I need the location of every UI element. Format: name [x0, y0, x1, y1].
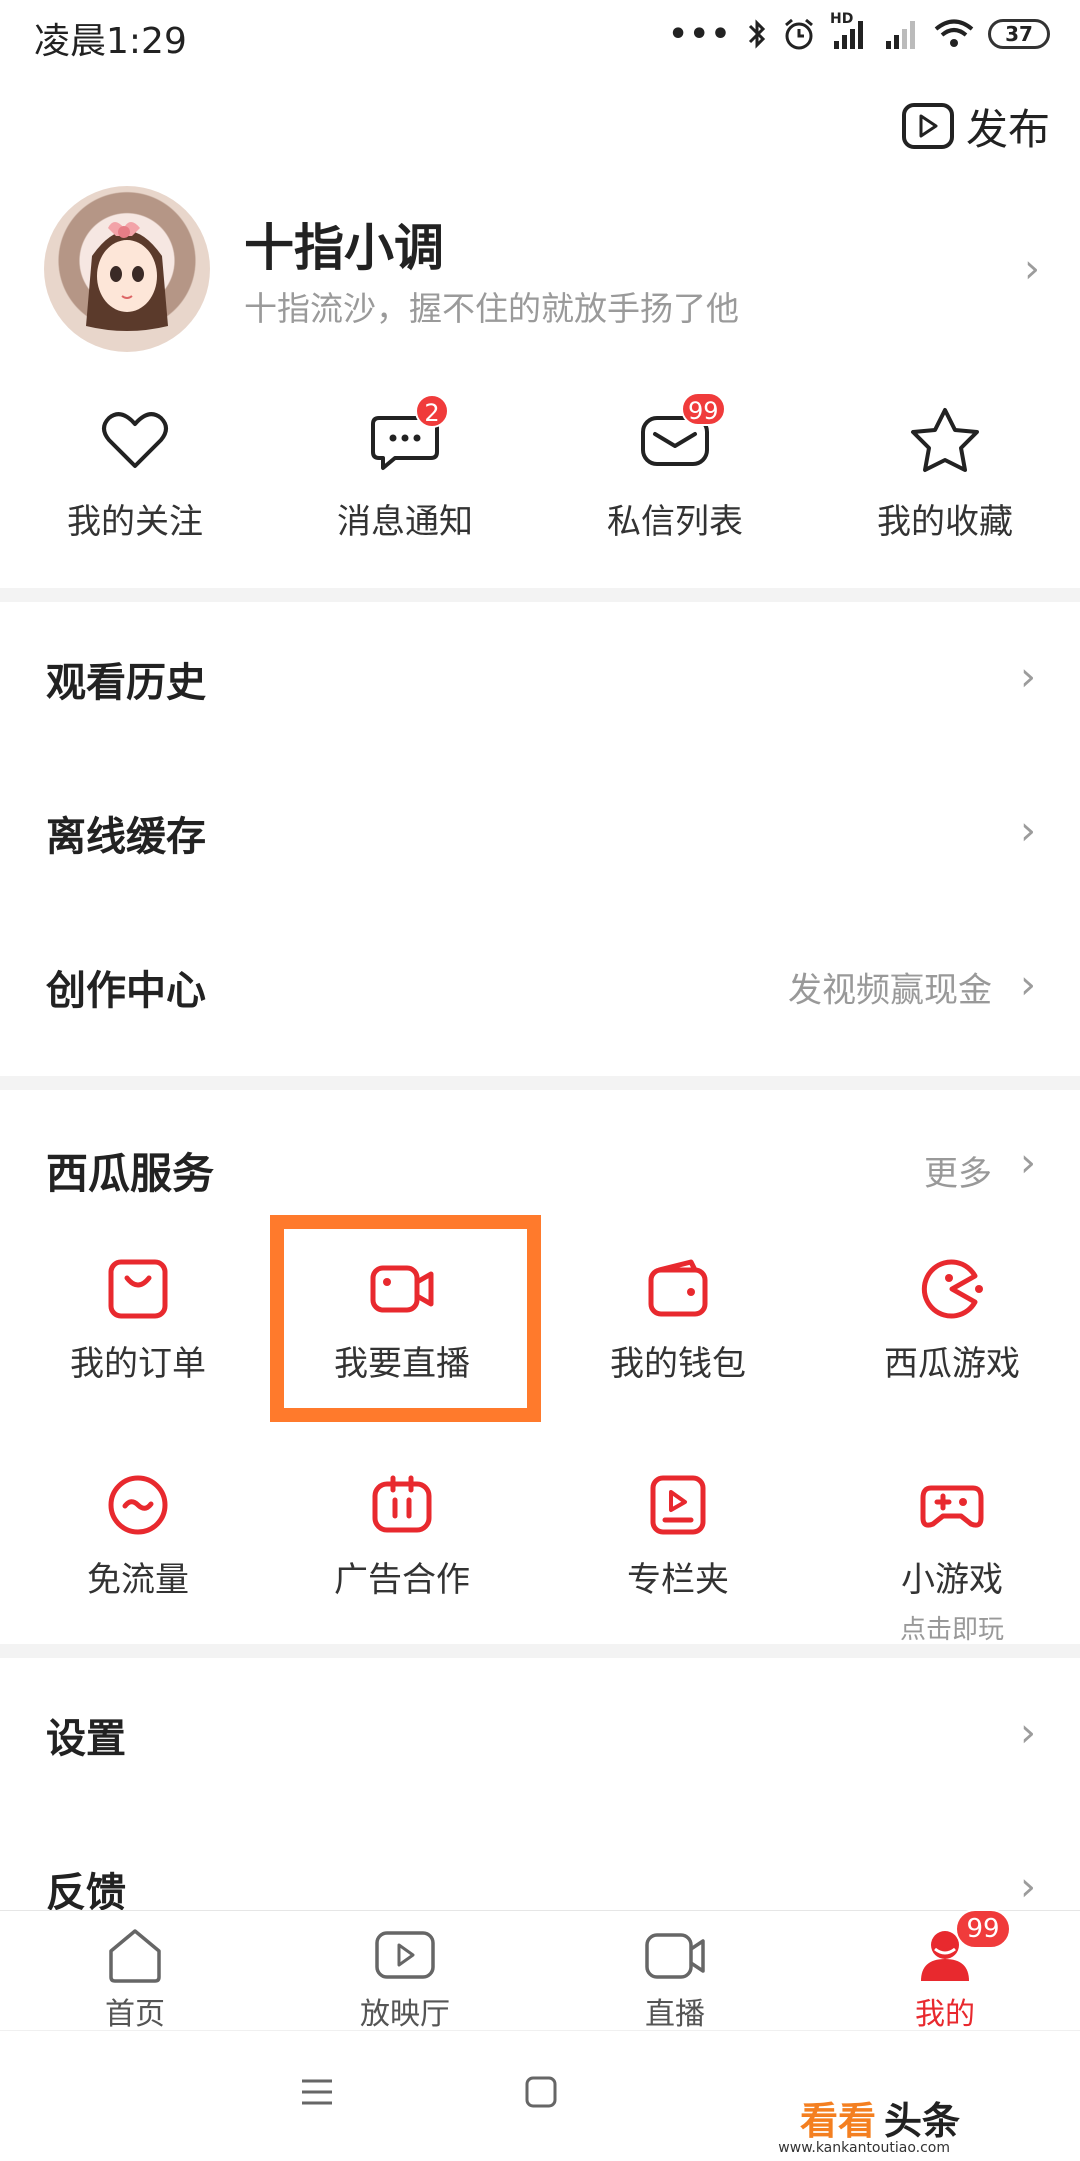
service-column-folder[interactable]: 专栏夹: [540, 1472, 816, 1601]
watermark-brand: 看看: [799, 2099, 876, 2143]
game-pacman-icon: [919, 1256, 985, 1322]
service-sublabel: 点击即玩: [899, 1615, 1004, 1645]
wallet-icon: [645, 1256, 711, 1322]
service-label: 专栏夹: [627, 1560, 729, 1600]
column-folder-icon: [645, 1472, 711, 1538]
order-bag-icon: [105, 1256, 171, 1322]
chevron-right-icon: ›: [1020, 808, 1036, 855]
service-ad-cooperation[interactable]: 广告合作: [264, 1472, 540, 1601]
menu-row-label: 离线缓存: [46, 814, 206, 860]
service-orders[interactable]: 我的订单: [0, 1256, 276, 1385]
play-video-icon: [901, 103, 954, 149]
quick-action-favorites[interactable]: 我的收藏: [810, 400, 1080, 543]
nav-label: 直播: [645, 1997, 705, 2032]
quick-action-label: 私信列表: [607, 502, 743, 542]
services-more-link[interactable]: 更多: [924, 1146, 992, 1195]
nav-label: 放映厅: [360, 1997, 450, 2032]
menu-row-settings[interactable]: 设置 ›: [0, 1658, 1080, 1812]
service-mini-games[interactable]: 小游戏 点击即玩: [814, 1472, 1080, 1646]
avatar-illustration: [86, 222, 168, 331]
star-icon: [905, 400, 985, 480]
chevron-right-icon[interactable]: ›: [1020, 1140, 1036, 1186]
chevron-right-icon: ›: [1020, 1864, 1036, 1911]
nav-me[interactable]: 99 我的: [810, 1909, 1080, 2033]
menu-row-creator-center[interactable]: 创作中心 发视频赢现金 ›: [0, 910, 1080, 1064]
menu-row-hint: 发视频赢现金: [788, 970, 992, 1011]
menu-row-label: 观看历史: [46, 660, 206, 706]
theater-icon: [375, 1927, 435, 1983]
battery-icon: 37: [988, 19, 1050, 49]
status-icons: ••• HD 37: [668, 11, 1050, 54]
status-time: 凌晨1:29: [34, 21, 187, 62]
nav-label: 我的: [915, 1997, 975, 2032]
bluetooth-icon: [748, 19, 766, 49]
quick-action-label: 我的关注: [67, 502, 203, 542]
watermark-brand2: 头条: [883, 2099, 960, 2143]
service-label: 我的订单: [70, 1344, 206, 1384]
watermark-logo: 看看 头条: [800, 2090, 960, 2145]
chevron-right-icon: ›: [1020, 962, 1036, 1009]
messages-badge: 99: [681, 392, 726, 426]
quick-action-label: 我的收藏: [877, 502, 1013, 542]
more-dots-icon: •••: [668, 16, 732, 52]
quick-action-messages[interactable]: 99 私信列表: [540, 392, 810, 543]
publish-label: 发布: [965, 104, 1050, 154]
quick-action-notifications[interactable]: 2 消息通知: [270, 394, 540, 543]
signal-icon: [886, 21, 915, 49]
live-icon: [645, 1927, 705, 1983]
nav-theater[interactable]: 放映厅: [270, 1927, 540, 2033]
wifi-icon: [934, 19, 974, 47]
alarm-icon: [785, 18, 813, 50]
nav-live[interactable]: 直播: [540, 1927, 810, 2033]
section-divider: [0, 1644, 1080, 1658]
section-divider: [0, 588, 1080, 602]
section-divider: [0, 1076, 1080, 1090]
menu-icon[interactable]: [300, 2077, 334, 2111]
bottom-navigation: 首页 放映厅 直播 99 我的: [0, 1909, 1080, 2033]
service-label: 我的钱包: [610, 1344, 746, 1384]
notification-badge: 2: [415, 394, 449, 428]
menu-row-offline-cache[interactable]: 离线缓存 ›: [0, 756, 1080, 910]
menu-row-history[interactable]: 观看历史 ›: [0, 602, 1080, 756]
service-label: 免流量: [87, 1560, 189, 1600]
service-label: 小游戏: [901, 1560, 1003, 1600]
status-bar: 凌晨1:29 ••• HD 37: [0, 0, 1080, 70]
message-bubble-icon: 2: [365, 394, 449, 480]
service-free-data[interactable]: 免流量: [0, 1472, 276, 1601]
menu-row-label: 设置: [46, 1716, 126, 1762]
username: 十指小调: [244, 219, 444, 277]
quick-action-follow[interactable]: 我的关注: [0, 400, 270, 543]
publish-button[interactable]: 发布: [901, 96, 1050, 156]
heart-icon: [95, 400, 175, 480]
chevron-right-icon: ›: [1020, 654, 1036, 701]
signal-hd-icon: HD: [830, 11, 870, 51]
chevron-right-icon: ›: [1020, 1710, 1036, 1757]
chevron-right-icon[interactable]: ›: [1024, 246, 1040, 292]
profile-icon: 99: [915, 1909, 1011, 1983]
service-label: 西瓜游戏: [884, 1344, 1020, 1384]
service-wallet[interactable]: 我的钱包: [540, 1256, 816, 1385]
watermark-url: www.kankantoutiao.com: [778, 2140, 950, 2156]
highlight-box: [270, 1215, 541, 1422]
profile-badge: 99: [955, 1909, 1011, 1949]
home-square-icon[interactable]: [524, 2075, 558, 2113]
free-data-icon: [105, 1472, 171, 1538]
ad-icon: [369, 1472, 435, 1538]
services-title: 西瓜服务: [46, 1149, 215, 1198]
service-label: 广告合作: [334, 1560, 470, 1600]
avatar[interactable]: [44, 186, 210, 352]
nav-home[interactable]: 首页: [0, 1927, 270, 2033]
quick-action-label: 消息通知: [337, 502, 473, 542]
user-bio: 十指流沙，握不住的就放手扬了他: [244, 289, 739, 328]
gamepad-icon: [919, 1472, 985, 1538]
menu-row-label: 创作中心: [46, 968, 206, 1014]
nav-label: 首页: [105, 1997, 165, 2032]
home-icon: [105, 1927, 165, 1983]
service-xigua-games[interactable]: 西瓜游戏: [814, 1256, 1080, 1385]
mail-icon: 99: [635, 392, 726, 480]
